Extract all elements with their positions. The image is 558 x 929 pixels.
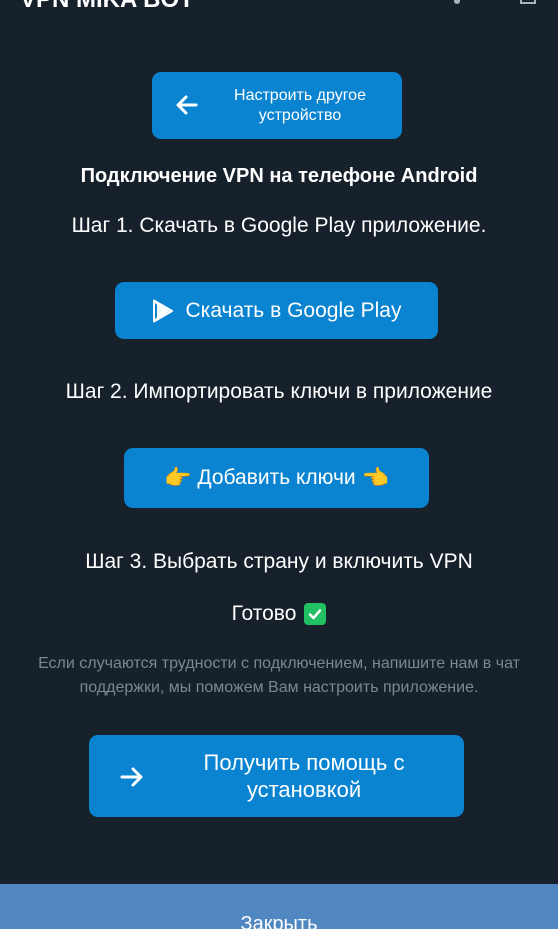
done-label: Готово — [231, 602, 297, 625]
add-keys-button[interactable]: 👉 Добавить ключи 👈 — [124, 448, 429, 508]
configure-other-device-button[interactable]: Настроить другое устройство — [152, 72, 402, 139]
pointing-right-icon: 👉 — [163, 465, 192, 490]
more-vertical-icon[interactable] — [454, 0, 460, 4]
step-3-text: Шаг 3. Выбрать страну и включить VPN — [85, 550, 473, 573]
download-google-play-label: Скачать в Google Play — [185, 298, 402, 322]
top-bar-icons — [454, 0, 536, 4]
get-setup-help-button[interactable]: Получить помощь с установкой — [89, 735, 464, 817]
support-note: Если случаются трудности с подключением,… — [38, 655, 520, 696]
close-button[interactable]: Закрыть — [0, 884, 558, 929]
step-1-text: Шаг 1. Скачать в Google Play приложение. — [71, 214, 487, 237]
get-setup-help-label: Получить помощь с установкой — [203, 750, 405, 802]
top-bar: VPN MIKA BOT — [0, 0, 558, 20]
app-title: VPN MIKA BOT — [20, 0, 194, 14]
pointing-left-icon: 👈 — [361, 465, 390, 490]
done-row: Готово — [0, 602, 558, 626]
expand-icon[interactable] — [520, 0, 536, 4]
download-google-play-button[interactable]: Скачать в Google Play — [115, 282, 438, 339]
close-button-label: Закрыть — [240, 913, 318, 929]
arrow-right-icon — [119, 765, 145, 794]
arrow-left-icon — [174, 92, 200, 123]
check-mark-icon — [304, 603, 327, 625]
google-play-icon — [152, 299, 174, 323]
configure-other-device-label: Настроить другое устройство — [234, 87, 366, 124]
page-title: Подключение VPN на телефоне Android — [80, 165, 478, 187]
step-2-text: Шаг 2. Импортировать ключи в приложение — [65, 380, 493, 403]
add-keys-label: Добавить ключи — [197, 466, 356, 489]
